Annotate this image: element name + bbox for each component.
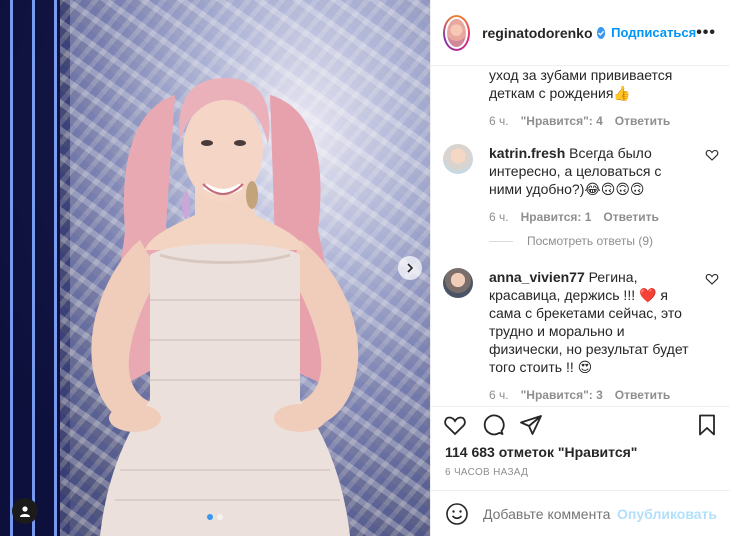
action-icons-row	[431, 407, 730, 443]
comment-bubble-icon[interactable]	[481, 413, 505, 437]
comment-likes[interactable]: "Нравится": 4	[521, 114, 603, 128]
comment-meta: 6 ч. "Нравится": 4 Ответить	[489, 114, 719, 128]
post-timestamp[interactable]: 6 ЧАСОВ НАЗАД	[431, 461, 730, 478]
comment-meta: 6 ч. "Нравится": 3 Ответить	[489, 388, 719, 402]
chevron-right-icon	[407, 263, 414, 273]
commenter-avatar[interactable]	[443, 268, 473, 298]
comment-item: anna_vivien77 Регина, красавица, держись…	[443, 268, 719, 402]
comment-meta: 6 ч. Нравится: 1 Ответить	[489, 210, 719, 224]
verified-badge-icon	[596, 26, 606, 39]
post-actions: 114 683 отметок "Нравится" 6 ЧАСОВ НАЗАД	[431, 406, 730, 478]
replies-divider	[489, 240, 513, 242]
tagged-users-button[interactable]	[12, 498, 38, 524]
comment-time[interactable]: 6 ч.	[489, 388, 509, 402]
commenter-avatar[interactable]	[443, 144, 473, 174]
comment-text: уход за зубами прививается деткам с рожд…	[489, 67, 673, 101]
commenter-username[interactable]: anna_vivien77	[489, 269, 585, 285]
like-comment-heart-icon[interactable]	[705, 272, 719, 286]
comment-item: katrin.fresh Всегда было интересно, а це…	[443, 144, 719, 224]
share-plane-icon[interactable]	[519, 413, 543, 437]
woman-figure	[91, 78, 359, 536]
comment-likes[interactable]: Нравится: 1	[521, 210, 592, 224]
comment-item: уход за зубами прививается деткам с рожд…	[443, 66, 719, 128]
carousel-dot	[217, 514, 223, 520]
publish-comment-button[interactable]: Опубликовать	[617, 506, 717, 522]
comments-list[interactable]: уход за зубами прививается деткам с рожд…	[431, 66, 730, 406]
reply-button[interactable]: Ответить	[615, 388, 670, 402]
commenter-username[interactable]: katrin.fresh	[489, 145, 565, 161]
carousel-dot-active	[207, 514, 213, 520]
emoji-smiley-icon[interactable]	[445, 502, 469, 526]
post-header: reginatodorenko Подписаться •••	[431, 0, 730, 66]
save-bookmark-icon[interactable]	[695, 413, 719, 437]
comment-time[interactable]: 6 ч.	[489, 114, 509, 128]
follow-button[interactable]: Подписаться	[611, 25, 696, 40]
view-replies-label: Посмотреть ответы (9)	[527, 234, 654, 248]
user-icon	[20, 506, 30, 517]
post-sidebar: reginatodorenko Подписаться ••• уход за …	[430, 0, 730, 536]
author-username[interactable]: reginatodorenko	[482, 25, 592, 41]
comment-input[interactable]	[483, 505, 612, 522]
comment-text: anna_vivien77 Регина, красавица, держись…	[489, 269, 689, 375]
author-avatar[interactable]	[443, 14, 471, 51]
instagram-post: reginatodorenko Подписаться ••• уход за …	[0, 0, 730, 536]
next-photo-button[interactable]	[398, 256, 422, 280]
post-photo[interactable]	[0, 0, 430, 536]
like-comment-heart-icon[interactable]	[705, 148, 719, 162]
reply-button[interactable]: Ответить	[615, 114, 670, 128]
carousel-indicator	[207, 514, 223, 520]
reply-button[interactable]: Ответить	[603, 210, 658, 224]
more-options-icon[interactable]: •••	[696, 24, 716, 42]
likes-count[interactable]: 114 683 отметок "Нравится"	[431, 443, 730, 461]
comment-likes[interactable]: "Нравится": 3	[521, 388, 603, 402]
add-comment-bar: Опубликовать	[431, 490, 730, 536]
view-replies-button[interactable]: Посмотреть ответы (9)	[489, 234, 653, 248]
comment-time[interactable]: 6 ч.	[489, 210, 509, 224]
like-heart-icon[interactable]	[443, 413, 467, 437]
comment-text: katrin.fresh Всегда было интересно, а це…	[489, 145, 662, 197]
